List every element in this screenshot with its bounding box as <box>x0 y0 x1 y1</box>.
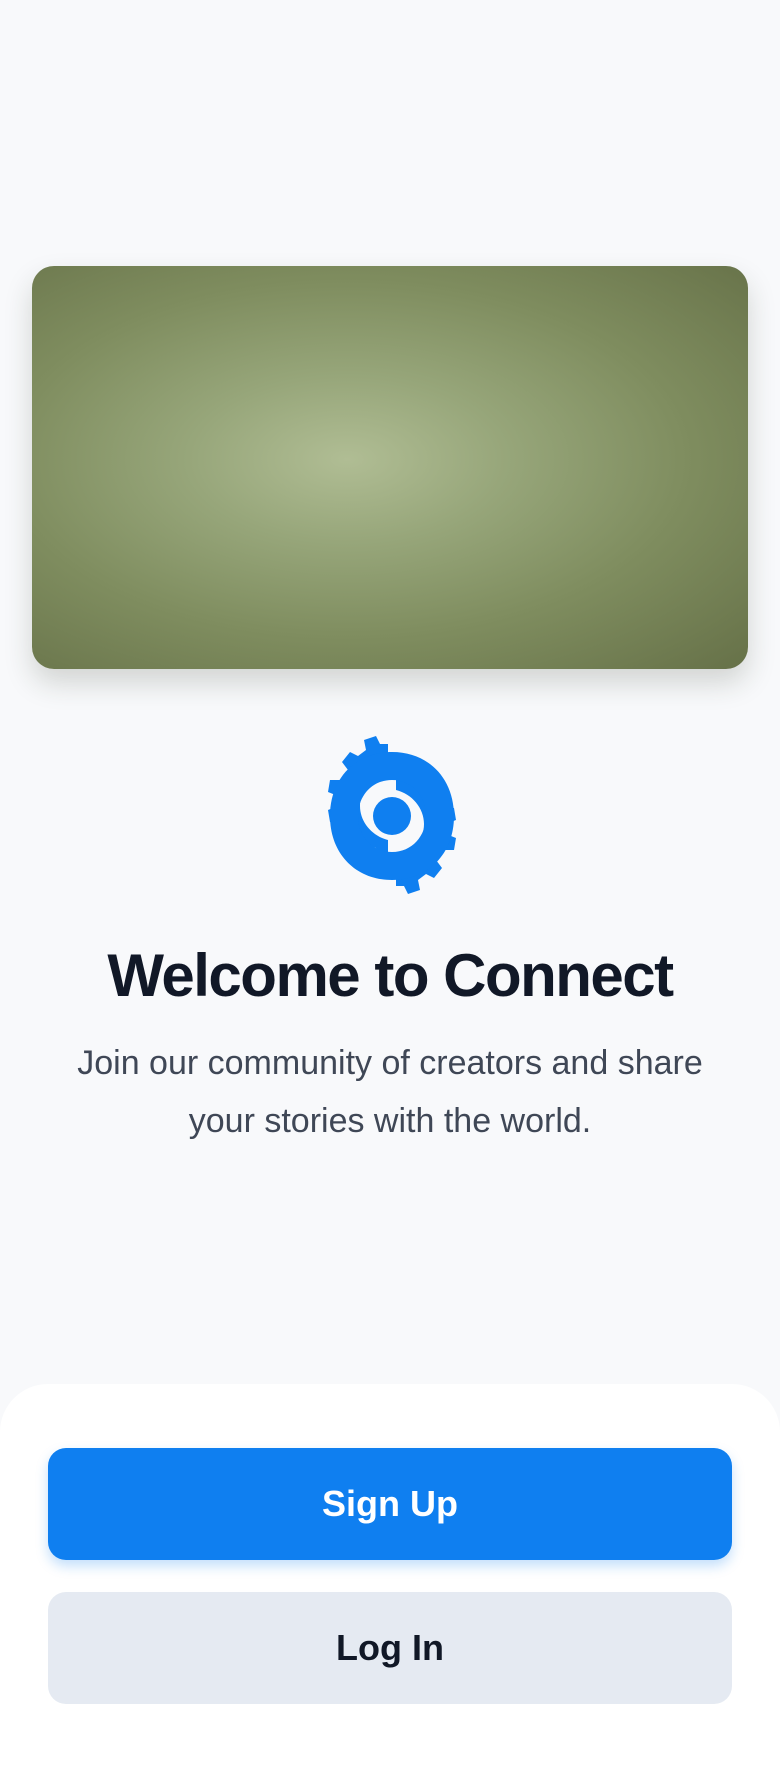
gear-icon <box>318 732 466 896</box>
onboarding-screen: Welcome to Connect Join our community of… <box>0 0 780 1768</box>
hero-image <box>32 266 748 669</box>
signup-button[interactable]: Sign Up <box>48 1448 732 1560</box>
page-title: Welcome to Connect <box>107 942 674 1009</box>
login-button[interactable]: Log In <box>48 1592 732 1704</box>
action-sheet <box>0 1384 780 1768</box>
page-subtitle: Join our community of creators and share… <box>77 1044 703 1140</box>
